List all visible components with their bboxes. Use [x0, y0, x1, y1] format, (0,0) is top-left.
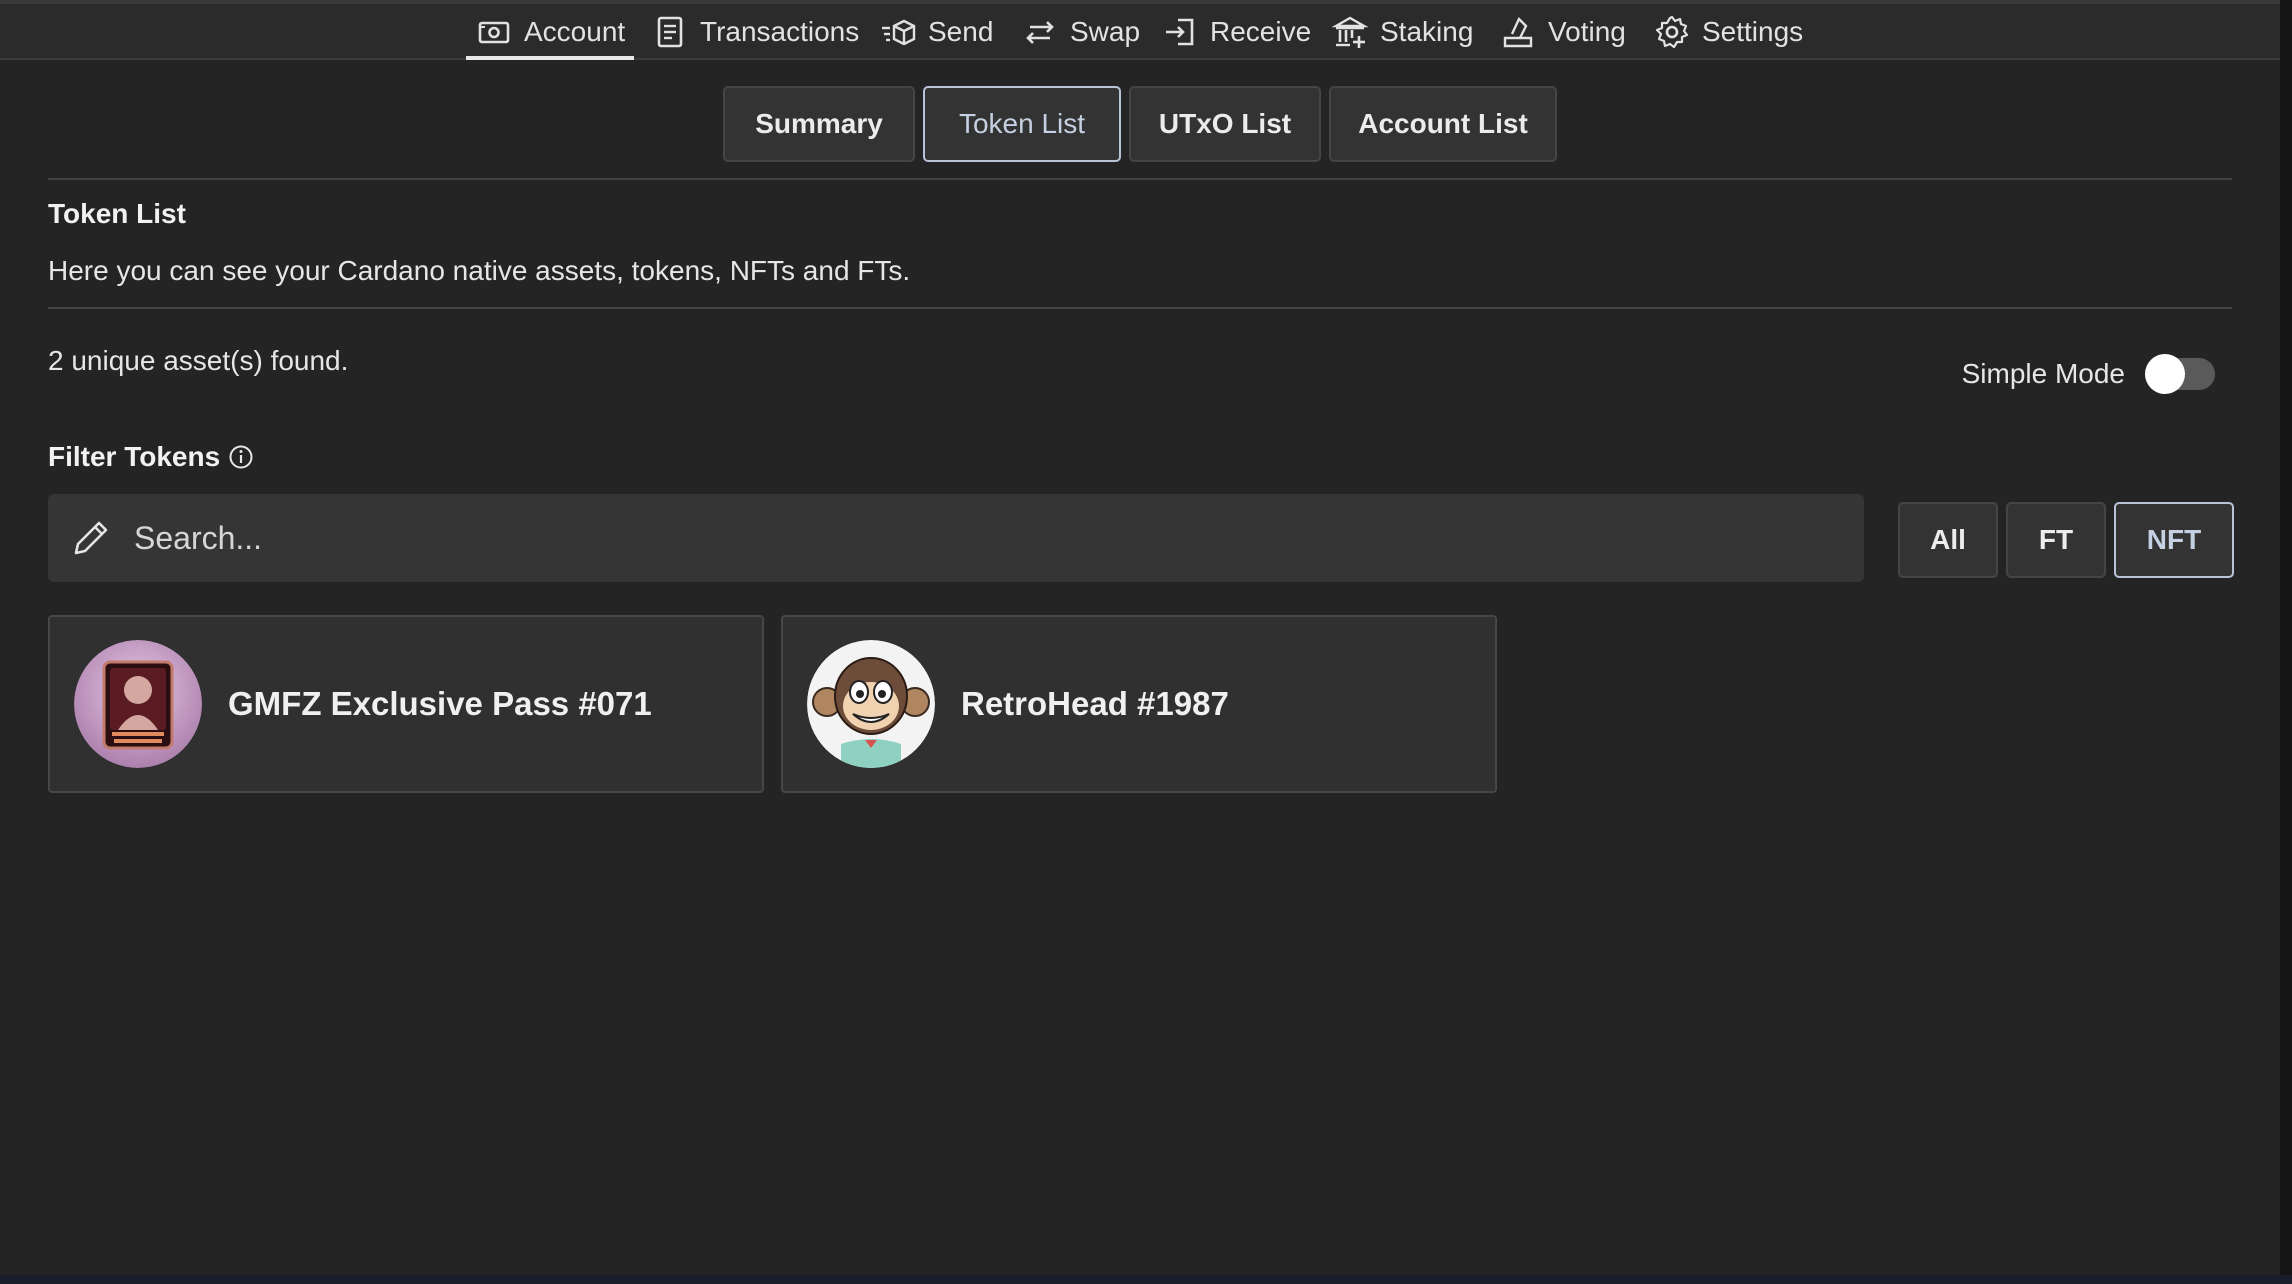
bank-plus-icon [1332, 14, 1368, 50]
document-list-icon [652, 14, 688, 50]
token-card[interactable]: RetroHead #1987 [781, 615, 1497, 793]
section-description: Here you can see your Cardano native ass… [48, 255, 911, 286]
toggle-knob [2145, 354, 2185, 394]
simple-mode-control: Simple Mode [1961, 354, 2215, 394]
app-window: Account Transactions Send Swap Receive S… [0, 0, 2282, 1275]
filter-label-text: Filter Tokens [48, 441, 221, 472]
receive-login-icon [1162, 14, 1198, 50]
filter-all-button[interactable]: All [1898, 502, 1998, 578]
filter-nft-button[interactable]: NFT [2114, 502, 2234, 578]
nav-item-staking[interactable]: Staking [1332, 4, 1473, 60]
send-box-icon [880, 14, 916, 50]
nav-item-swap[interactable]: Swap [1022, 4, 1140, 60]
wallet-icon [476, 14, 512, 50]
gear-icon [1654, 14, 1690, 50]
nav-item-settings[interactable]: Settings [1654, 4, 1803, 60]
search-field[interactable] [48, 494, 1864, 582]
search-input[interactable] [132, 518, 1736, 558]
nav-item-account[interactable]: Account [466, 4, 634, 60]
top-navigation: Account Transactions Send Swap Receive S… [0, 0, 2280, 60]
token-name: GMFZ Exclusive Pass #071 [228, 685, 652, 722]
nav-item-label: Voting [1548, 16, 1626, 47]
nav-item-label: Receive [1210, 16, 1312, 47]
pass-card-thumbnail [74, 640, 202, 768]
nav-item-receive[interactable]: Receive [1162, 4, 1311, 60]
cartoon-monkey-thumbnail [807, 640, 935, 768]
tab-account-list[interactable]: Account List [1329, 86, 1557, 162]
swap-arrows-icon [1022, 14, 1058, 50]
nav-item-voting[interactable]: Voting [1500, 4, 1626, 60]
info-icon[interactable] [228, 444, 254, 470]
window-edge [0, 1275, 2292, 1284]
nav-item-transactions[interactable]: Transactions [652, 4, 859, 60]
nav-item-label: Transactions [700, 16, 860, 47]
asset-count-text: 2 unique asset(s) found. [48, 345, 349, 376]
tab-token-list[interactable]: Token List [923, 86, 1121, 162]
nav-item-label: Send [928, 16, 994, 47]
nav-item-label: Swap [1070, 16, 1141, 47]
nav-item-label: Settings [1702, 16, 1804, 47]
tab-utxo-list[interactable]: UTxO List [1129, 86, 1321, 162]
nav-item-label: Account [524, 16, 626, 47]
filter-ft-button[interactable]: FT [2006, 502, 2106, 578]
divider [48, 178, 2232, 180]
ballot-box-icon [1500, 14, 1536, 50]
token-card[interactable]: GMFZ Exclusive Pass #071 [48, 615, 764, 793]
token-name: RetroHead #1987 [961, 685, 1229, 722]
tab-summary[interactable]: Summary [723, 86, 915, 162]
simple-mode-label: Simple Mode [1961, 358, 2125, 389]
window-edge [2280, 0, 2292, 1284]
nav-item-label: Staking [1380, 16, 1474, 47]
simple-mode-toggle[interactable] [2145, 354, 2215, 394]
pencil-icon [72, 519, 110, 557]
divider [48, 307, 2232, 309]
section-title: Token List [48, 198, 186, 229]
filter-tokens-label: Filter Tokens [48, 441, 254, 473]
nav-item-send[interactable]: Send [880, 4, 993, 60]
